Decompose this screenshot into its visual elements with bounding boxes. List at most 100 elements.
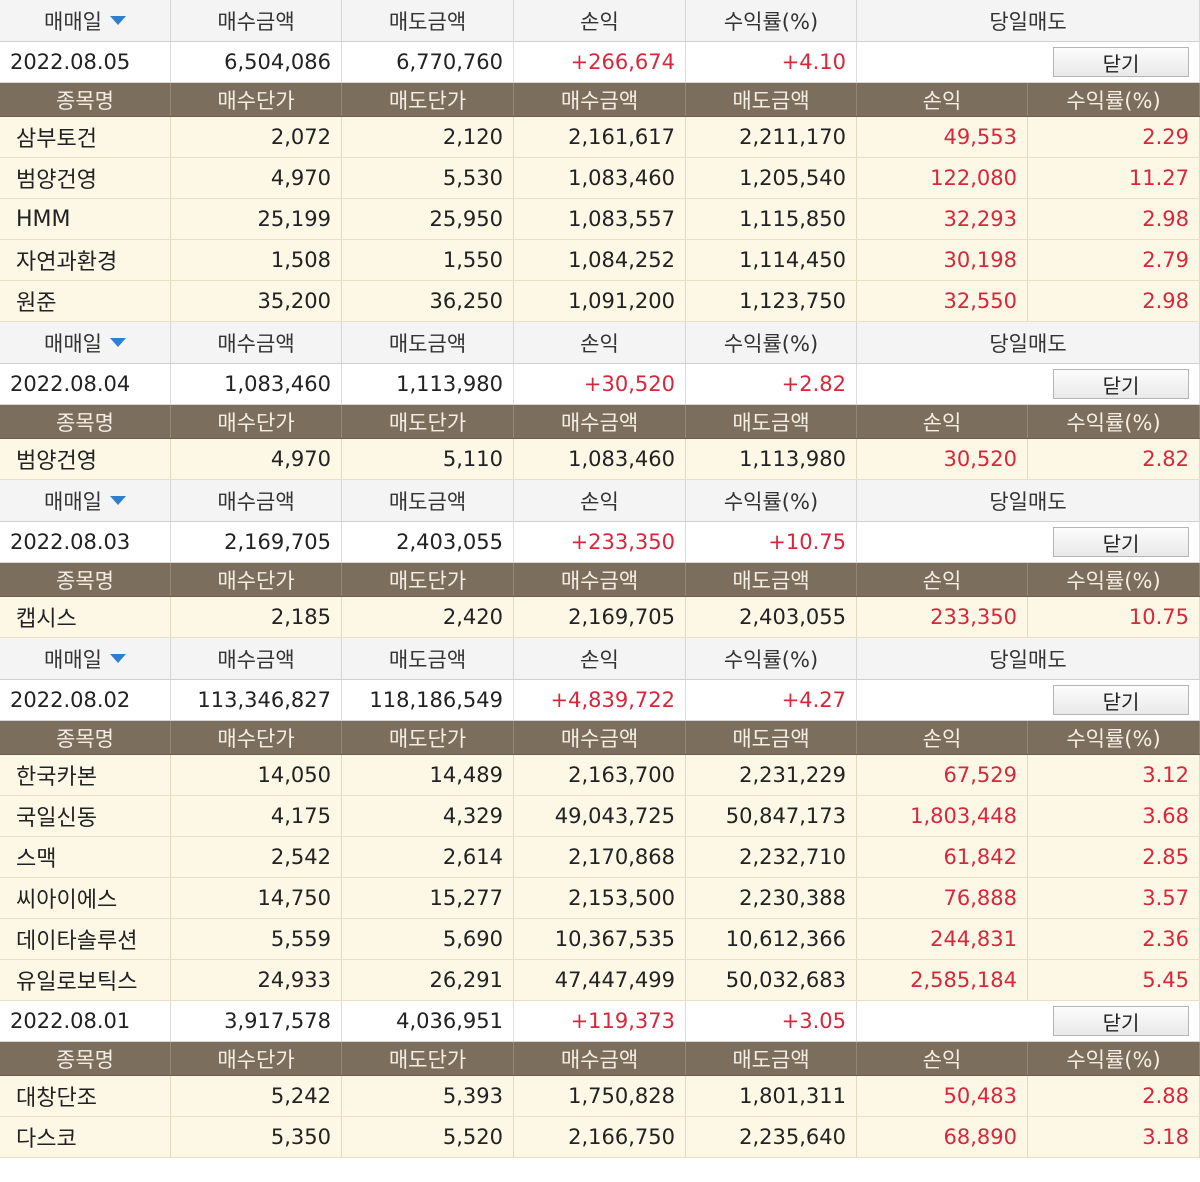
stock-row[interactable]: 스맥 2,542 2,614 2,170,868 2,232,710 61,842 2.85 [0,837,1200,878]
chevron-down-icon[interactable] [109,16,126,25]
return-rate-header: 수익률(%) [686,0,857,41]
profit-header: 손익 [857,721,1028,754]
close-button-cell: 닫기 [857,522,1200,562]
return-rate: 2.98 [1028,281,1200,321]
buy-amount: 2,161,617 [514,117,686,157]
profit: 67,529 [857,755,1028,795]
buy-price: 1,508 [171,240,342,280]
sell-amount: 2,231,229 [686,755,857,795]
sell-price: 4,329 [342,796,514,836]
close-button[interactable]: 닫기 [1053,47,1189,77]
buy-amount: 1,083,460 [514,439,686,479]
return-rate: 2.85 [1028,837,1200,877]
trade-date-sort-header[interactable]: 매매일 [0,322,171,363]
same-day-sell-header: 당일매도 [857,638,1200,679]
stock-name: 범양건영 [0,439,171,479]
sell-amount-header: 매도금액 [686,563,857,596]
sell-amount: 2,232,710 [686,837,857,877]
stock-row[interactable]: 삼부토건 2,072 2,120 2,161,617 2,211,170 49,553 2.… [0,117,1200,158]
buy-price: 2,542 [171,837,342,877]
sell-price: 15,277 [342,878,514,918]
sell-price: 14,489 [342,755,514,795]
chevron-down-icon[interactable] [109,654,126,663]
stock-row[interactable]: 다스코 5,350 5,520 2,166,750 2,235,640 68,890 3.1… [0,1117,1200,1158]
stock-name: 자연과환경 [0,240,171,280]
profit-value: +266,674 [514,42,686,82]
return-rate: 2.36 [1028,919,1200,959]
close-button[interactable]: 닫기 [1053,685,1189,715]
sell-price: 5,690 [342,919,514,959]
trade-date-sort-header[interactable]: 매매일 [0,0,171,41]
return-rate: 2.98 [1028,199,1200,239]
close-button-cell: 닫기 [857,364,1200,404]
profit: 68,890 [857,1117,1028,1157]
buy-price-header: 매수단가 [171,83,342,116]
return-rate-header: 수익률(%) [1028,405,1200,438]
stock-name: 범양건영 [0,158,171,198]
stock-row[interactable]: 범양건영 4,970 5,110 1,083,460 1,113,980 30,520 2.… [0,439,1200,480]
sell-amount: 10,612,366 [686,919,857,959]
stock-row[interactable]: 씨아이에스 14,750 15,277 2,153,500 2,230,388 76,88… [0,878,1200,919]
trade-date-sort-header[interactable]: 매매일 [0,638,171,679]
stock-row[interactable]: HMM 25,199 25,950 1,083,557 1,115,850 32,293 2… [0,199,1200,240]
return-rate: 10.75 [1028,597,1200,637]
close-button[interactable]: 닫기 [1053,527,1189,557]
sell-amount-value: 2,403,055 [342,522,514,562]
stock-name: 대창단조 [0,1076,171,1116]
detail-header: 종목명 매수단가 매도단가 매수금액 매도금액 손익 수익률(%) [0,83,1200,117]
trade-date-header-label: 매매일 [44,331,102,356]
profit: 32,550 [857,281,1028,321]
return-rate-value: +2.82 [686,364,857,404]
buy-amount: 1,091,200 [514,281,686,321]
profit-value: +30,520 [514,364,686,404]
close-button[interactable]: 닫기 [1053,1006,1189,1036]
buy-amount-header: 매수금액 [514,405,686,438]
profit-header: 손익 [857,405,1028,438]
return-rate: 2.79 [1028,240,1200,280]
trade-date-sort-header[interactable]: 매매일 [0,480,171,521]
stock-row[interactable]: 유일로보틱스 24,933 26,291 47,447,499 50,032,683 2,… [0,960,1200,1001]
return-rate: 3.12 [1028,755,1200,795]
sell-price-header: 매도단가 [342,1042,514,1075]
buy-amount: 1,084,252 [514,240,686,280]
buy-price: 5,559 [171,919,342,959]
summary-header: 매매일 매수금액 매도금액 손익 수익률(%) 당일매도 [0,480,1200,522]
sell-amount-header: 매도금액 [686,83,857,116]
buy-price: 4,970 [171,158,342,198]
stock-row[interactable]: 원준 35,200 36,250 1,091,200 1,123,750 32,550 2.… [0,281,1200,322]
sell-amount-value: 4,036,951 [342,1001,514,1041]
return-rate: 3.57 [1028,878,1200,918]
chevron-down-icon[interactable] [109,496,126,505]
return-rate: 3.18 [1028,1117,1200,1157]
day-summary-row: 2022.08.04 1,083,460 1,113,980 +30,520 +2.82… [0,364,1200,405]
buy-price: 2,185 [171,597,342,637]
stock-name: 다스코 [0,1117,171,1157]
buy-amount: 10,367,535 [514,919,686,959]
sell-price-header: 매도단가 [342,405,514,438]
stock-name: 삼부토건 [0,117,171,157]
return-rate-header: 수익률(%) [1028,721,1200,754]
profit: 50,483 [857,1076,1028,1116]
return-rate-header: 수익률(%) [1028,563,1200,596]
return-rate: 2.82 [1028,439,1200,479]
buy-price: 25,199 [171,199,342,239]
sell-amount: 50,847,173 [686,796,857,836]
profit: 76,888 [857,878,1028,918]
stock-row[interactable]: 국일신동 4,175 4,329 49,043,725 50,847,173 1,803,… [0,796,1200,837]
return-rate: 11.27 [1028,158,1200,198]
stock-row[interactable]: 캡시스 2,185 2,420 2,169,705 2,403,055 233,350 10… [0,597,1200,638]
stock-row[interactable]: 한국카본 14,050 14,489 2,163,700 2,231,229 67,529… [0,755,1200,796]
buy-amount-header: 매수금액 [514,83,686,116]
chevron-down-icon[interactable] [109,338,126,347]
trade-day-group: 매매일 매수금액 매도금액 손익 수익률(%) 당일매도 2022.08.04 1,083,4… [0,322,1200,480]
profit: 2,585,184 [857,960,1028,1000]
detail-header: 종목명 매수단가 매도단가 매수금액 매도금액 손익 수익률(%) [0,405,1200,439]
profit-header: 손익 [514,480,686,521]
stock-row[interactable]: 자연과환경 1,508 1,550 1,084,252 1,114,450 30,198 2… [0,240,1200,281]
stock-name: 스맥 [0,837,171,877]
stock-row[interactable]: 범양건영 4,970 5,530 1,083,460 1,205,540 122,080 1… [0,158,1200,199]
stock-name: 유일로보틱스 [0,960,171,1000]
stock-row[interactable]: 데이타솔루션 5,559 5,690 10,367,535 10,612,366 244,… [0,919,1200,960]
close-button[interactable]: 닫기 [1053,369,1189,399]
stock-row[interactable]: 대창단조 5,242 5,393 1,750,828 1,801,311 50,483 2.… [0,1076,1200,1117]
